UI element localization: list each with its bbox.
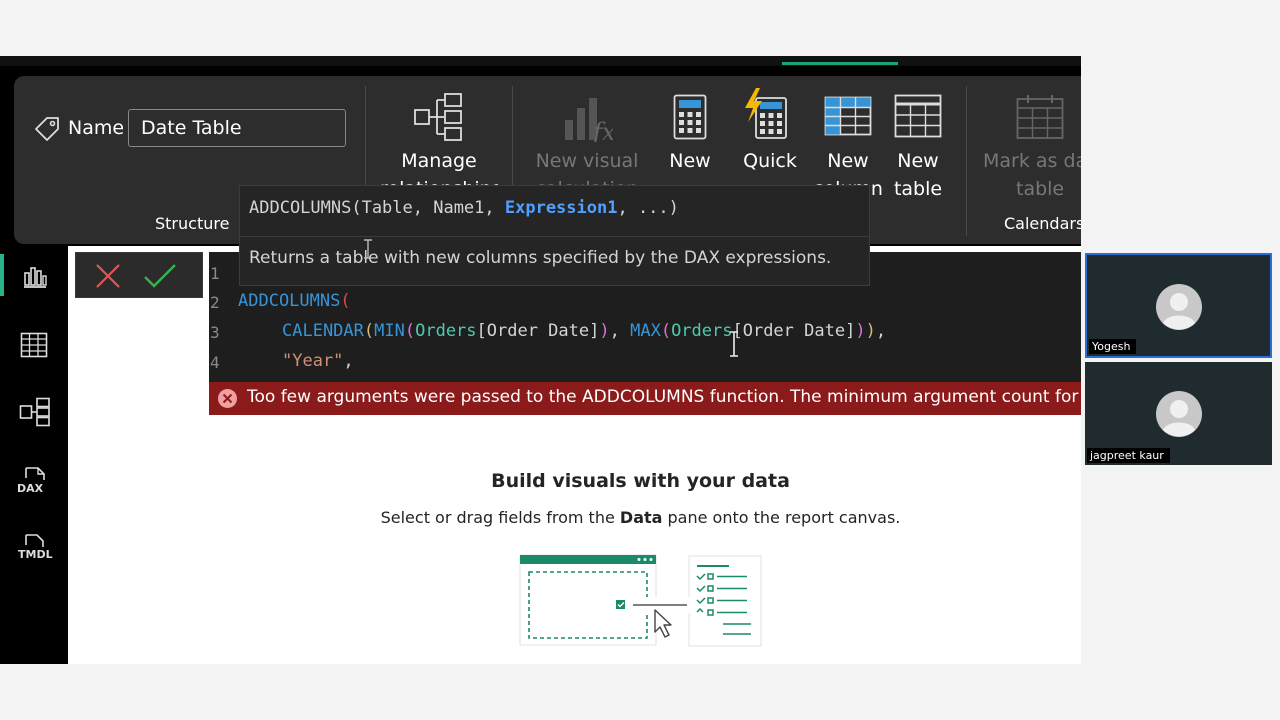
separator: , <box>609 321 631 341</box>
name-label: Name <box>68 117 125 139</box>
quick-measure-icon <box>745 88 787 139</box>
line-number: 1 <box>210 264 220 283</box>
dax-function: MIN <box>374 321 405 341</box>
table-ref: Orders <box>671 321 733 341</box>
tag-icon <box>35 117 59 141</box>
avatar-icon <box>1156 284 1202 330</box>
participant-video-tile[interactable]: Yogesh <box>1085 253 1272 358</box>
separator: , <box>875 321 887 341</box>
calendars-group-label: Calendars <box>1004 214 1085 233</box>
calendar-icon <box>1016 95 1064 139</box>
new-column-label: New <box>827 150 869 172</box>
dax-function: MAX <box>630 321 661 341</box>
new-table-button[interactable]: New table <box>882 90 954 200</box>
new-table-label: New <box>897 150 939 172</box>
function-signature: ADDCOLUMNS(Table, Name1, Expression1, ..… <box>249 198 679 218</box>
table-ref: Orders <box>415 321 477 341</box>
manage-label: Manage <box>401 150 477 172</box>
new-column-button[interactable]: New column <box>812 90 884 200</box>
participant-name: Yogesh <box>1089 339 1137 354</box>
mark-date-label-2: table <box>1016 178 1065 200</box>
dax-label: DAX <box>17 482 44 495</box>
code-line-2: CALENDAR(MIN(Orders[Order Date]), MAX(Or… <box>282 321 887 341</box>
code-line-3: "Year", <box>282 351 354 371</box>
calculator-icon <box>673 94 707 140</box>
empty-state-subtitle: Select or drag fields from the Data pane… <box>380 508 901 527</box>
line-number: 3 <box>210 323 220 342</box>
structure-group-label: Structure <box>155 214 230 233</box>
manage-relationships-button[interactable]: Manage relationships <box>380 90 498 200</box>
tooltip-divider <box>240 236 869 237</box>
mouse-text-cursor-icon <box>364 239 372 259</box>
dax-function: ADDCOLUMNS <box>238 291 341 311</box>
new-table-icon <box>894 94 942 138</box>
formula-error-bar: Too few arguments were passed to the ADD… <box>209 382 1081 415</box>
mark-date-label: Mark as date <box>983 150 1081 172</box>
participant-name: jagpreet kaur <box>1087 448 1170 463</box>
function-description: Returns a table with new columns specifi… <box>249 248 832 268</box>
line-number: 2 <box>210 293 220 312</box>
manage-relationships-icon <box>414 93 462 141</box>
column-ref: [Order Date] <box>732 321 856 341</box>
table-name-input[interactable] <box>128 109 346 147</box>
new-visual-calculation-button[interactable]: fx New visual calculation <box>528 90 646 190</box>
visual-calculation-icon: fx <box>565 98 613 142</box>
formula-commit-bar <box>75 252 203 298</box>
cancel-formula-button[interactable] <box>94 262 122 290</box>
report-view-icon[interactable] <box>22 265 48 289</box>
paren: ( <box>340 291 351 311</box>
function-signature-tooltip: ADDCOLUMNS(Table, Name1, Expression1, ..… <box>239 185 870 286</box>
tmdl-label: TMDL <box>18 548 53 561</box>
empty-canvas-illustration <box>519 554 762 647</box>
active-view-indicator <box>0 254 4 296</box>
separator: , <box>343 351 354 371</box>
view-sidebar: DAX TMDL <box>0 246 68 664</box>
string-literal: "Year" <box>282 351 344 371</box>
mark-as-date-table-button[interactable]: Mark as date table <box>978 90 1081 200</box>
ribbon-separator <box>966 86 967 236</box>
new-table-label-2: table <box>893 178 943 200</box>
commit-formula-button[interactable] <box>142 262 178 290</box>
dax-function: CALENDAR <box>282 321 364 341</box>
quick-measure-button[interactable]: Quick <box>734 88 806 190</box>
new-measure-button[interactable]: New <box>655 90 725 190</box>
code-line-1: ADDCOLUMNS( <box>238 291 351 311</box>
new-column-icon <box>824 96 872 136</box>
text-cursor-icon <box>730 331 738 357</box>
error-icon <box>218 389 237 408</box>
active-parameter: Expression1 <box>504 198 618 218</box>
column-ref: [Order Date] <box>476 321 600 341</box>
quick-measure-label: Quick <box>743 150 797 172</box>
svg-text:fx: fx <box>591 118 613 142</box>
error-message: Too few arguments were passed to the ADD… <box>247 387 1081 407</box>
table-view-icon[interactable] <box>20 332 48 358</box>
participant-video-tile[interactable]: jagpreet kaur <box>1085 362 1272 465</box>
empty-state-title: Build visuals with your data <box>491 470 790 492</box>
new-visual-label: New visual <box>535 150 639 172</box>
title-strip <box>0 56 1081 66</box>
avatar-icon <box>1156 391 1202 437</box>
new-measure-label: New <box>669 150 711 172</box>
model-view-icon[interactable] <box>19 397 51 427</box>
active-tab-indicator <box>782 62 898 65</box>
line-number: 4 <box>210 353 220 372</box>
